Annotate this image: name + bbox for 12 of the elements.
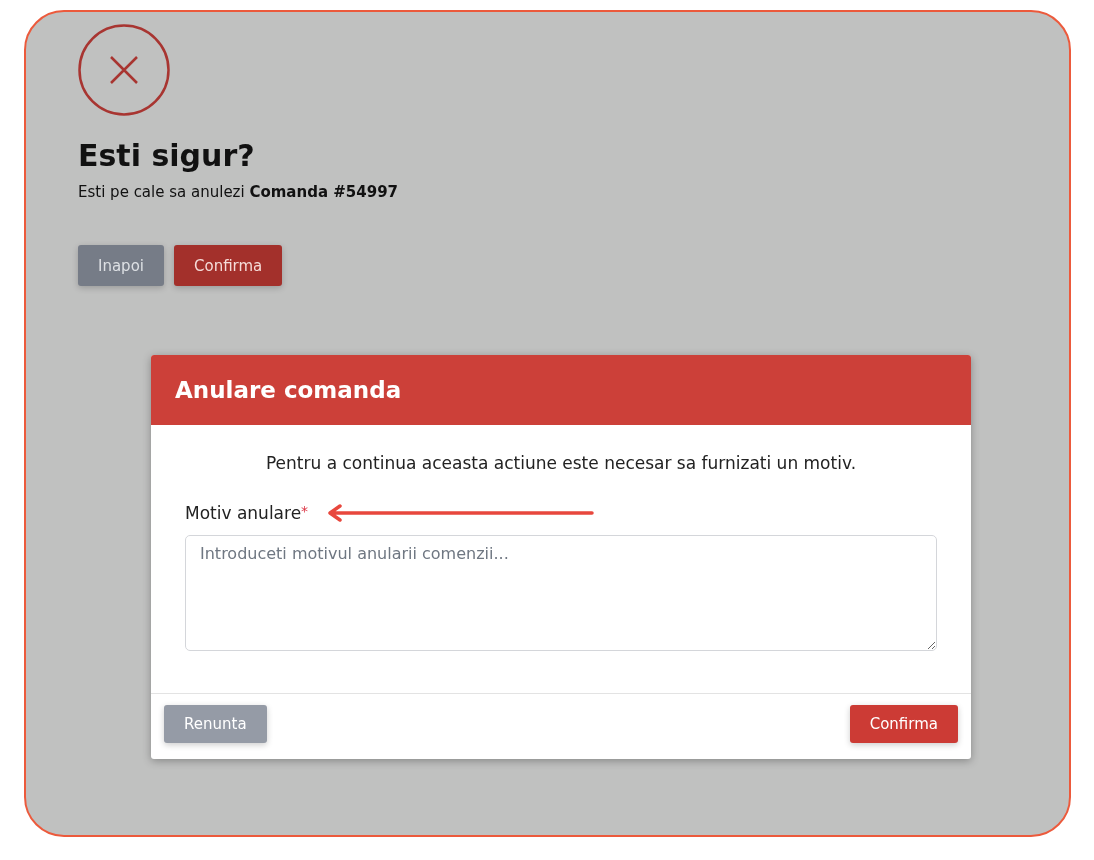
close-circle-icon [78, 24, 170, 116]
confirm-button[interactable]: Confirma [174, 245, 283, 286]
dialog-message: Esti pe cale sa anulezi Comanda #54997 [78, 183, 399, 201]
reason-field[interactable]: Introduceti motivul anularii comenzii... [185, 535, 937, 651]
modal-description: Pentru a continua aceasta actiune este necesar sa furnizati un motiv. [264, 453, 858, 473]
confirm-button[interactable]: Confirma [849, 705, 958, 743]
dialog-title: Esti sigur? [78, 138, 256, 173]
cancel-button[interactable]: Renunta [164, 705, 267, 743]
arrow-icon [326, 503, 595, 523]
back-button[interactable]: Inapoi [78, 245, 164, 286]
field-label: Motiv anulare* [185, 503, 309, 523]
modal-title: Anulare comanda [151, 355, 971, 425]
